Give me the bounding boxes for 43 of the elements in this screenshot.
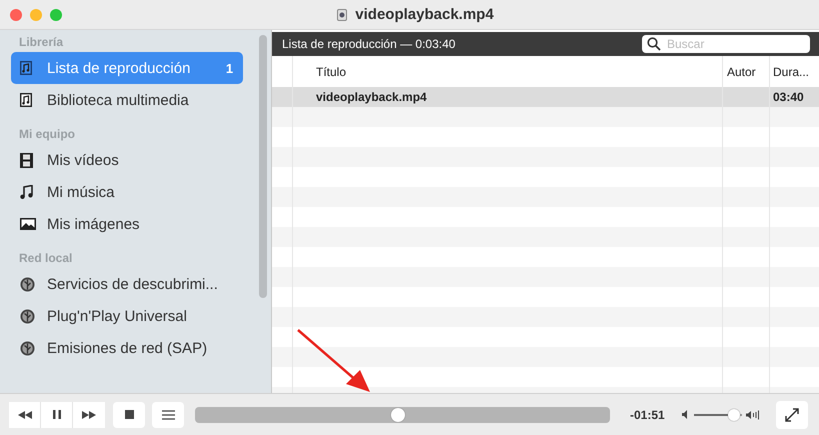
close-button[interactable] <box>10 8 22 20</box>
music-file-icon <box>20 93 32 107</box>
globe-icon <box>20 340 35 356</box>
rewind-icon <box>18 410 32 418</box>
seek-thumb[interactable] <box>391 408 406 422</box>
film-icon <box>20 152 33 168</box>
search-icon <box>647 37 661 51</box>
table-cell-text: 03:40 <box>772 89 805 106</box>
sidebar-item[interactable]: Mis imágenes <box>11 208 244 240</box>
sidebar-item[interactable]: Biblioteca multimedia <box>11 84 244 116</box>
fullscreen-button[interactable] <box>776 400 808 428</box>
remaining-time: -01:51 <box>630 408 665 422</box>
stop-icon <box>124 410 134 419</box>
playlist-row[interactable]: videoplayback.mp4 03:40 <box>272 87 819 107</box>
menu-icon <box>162 410 174 420</box>
search-field[interactable]: Buscar <box>642 35 810 53</box>
sidebar-item[interactable]: Mi música <box>11 176 244 208</box>
playlist-title: Lista de reproducción — 0:03:40 <box>282 37 456 51</box>
globe-icon <box>20 276 35 292</box>
stop-button[interactable] <box>113 402 145 428</box>
sidebar-item[interactable]: Plug'n'Play Universal <box>11 300 244 332</box>
rewind-button[interactable] <box>9 402 41 428</box>
playlist-button[interactable] <box>152 402 184 428</box>
window-title: videoplayback.mp4 <box>355 6 494 23</box>
sidebar-item[interactable]: Servicios de descubrimi... <box>11 268 244 300</box>
expand-icon <box>784 408 799 422</box>
item-count: 1 <box>226 60 234 76</box>
fast-forward-icon <box>82 410 96 418</box>
file-icon <box>337 8 348 20</box>
column-header[interactable]: Dura... <box>770 56 819 87</box>
volume-low-icon <box>682 410 690 419</box>
section-heading: Mi equipo <box>18 126 76 143</box>
section-heading: Red local <box>18 250 74 267</box>
sidebar-item[interactable]: Emisiones de red (SAP) <box>11 332 244 364</box>
globe-icon <box>20 308 35 324</box>
scrollbar-thumb[interactable] <box>259 35 268 298</box>
music-file-icon <box>20 61 32 75</box>
pause-icon <box>52 410 60 419</box>
picture-icon <box>20 218 36 230</box>
section-heading: Librería <box>18 34 64 51</box>
sidebar-item[interactable]: Mis vídeos <box>11 144 244 176</box>
music-note-icon <box>20 185 33 199</box>
volume-high-icon <box>746 410 760 420</box>
